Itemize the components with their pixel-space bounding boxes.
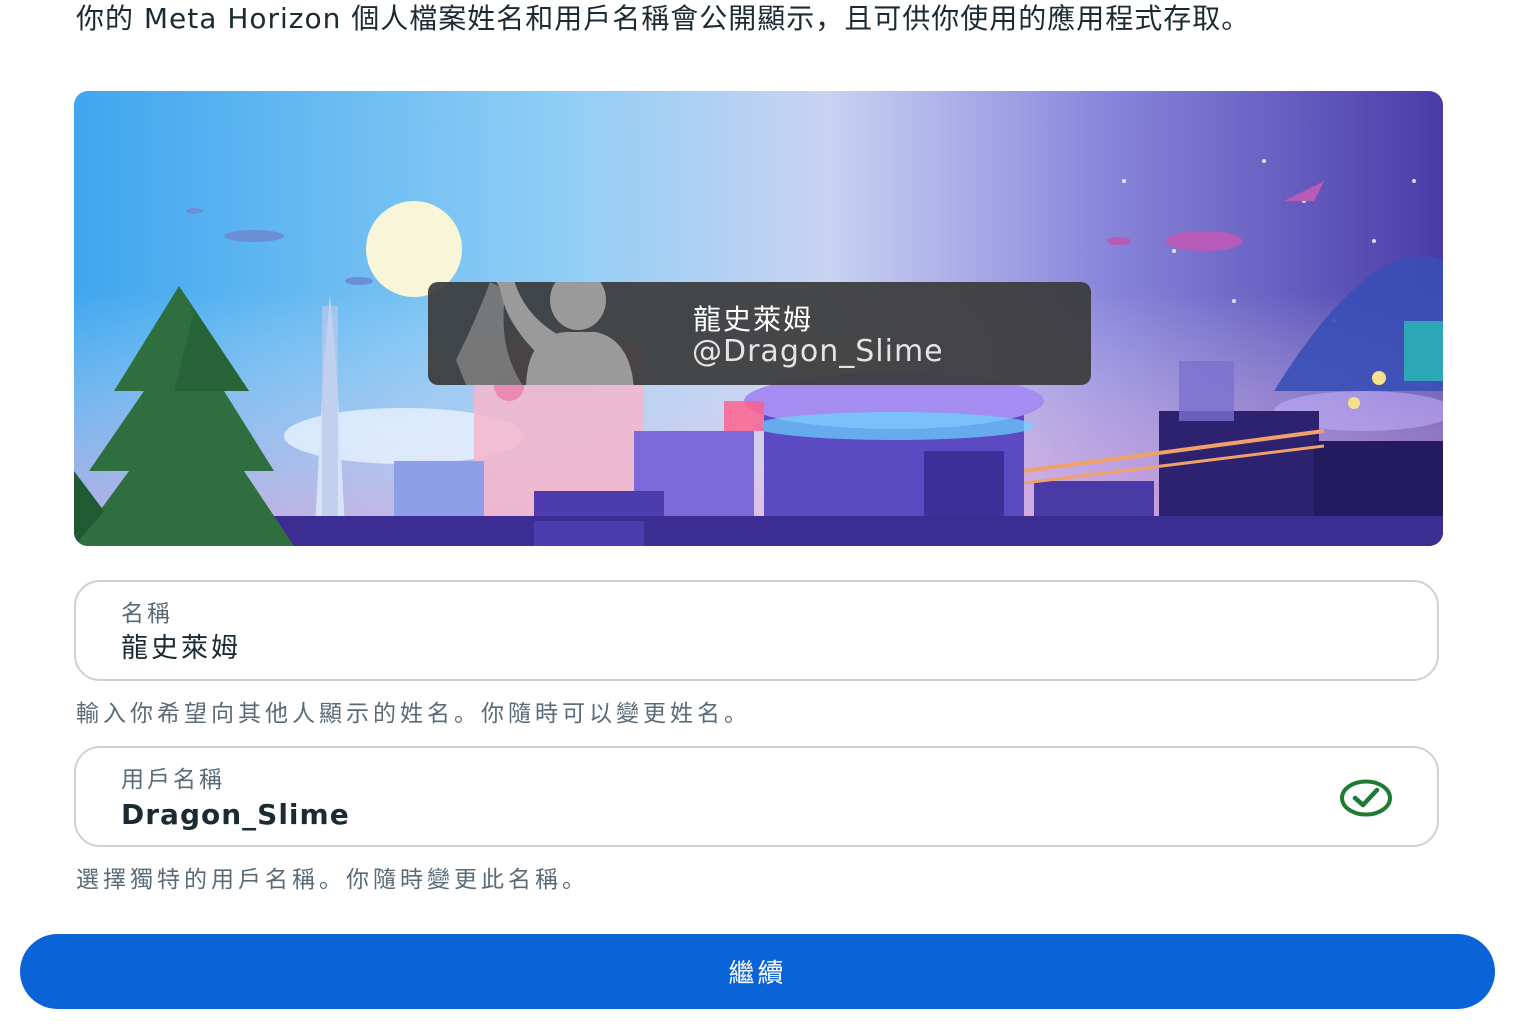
continue-button[interactable]: 繼續 bbox=[20, 934, 1495, 1009]
username-input[interactable] bbox=[121, 798, 1301, 831]
name-helper-text: 輸入你希望向其他人顯示的姓名。你隨時可以變更姓名。 bbox=[76, 701, 751, 727]
profile-setup-page: 你的 Meta Horizon 個人檔案姓名和用戶名稱會公開顯示，且可供你使用的… bbox=[0, 0, 1536, 1024]
preview-display-name: 龍史萊姆 bbox=[693, 303, 814, 336]
name-field[interactable]: 名稱 bbox=[74, 580, 1439, 681]
horizon-banner: 龍史萊姆 @Dragon_Slime bbox=[74, 91, 1443, 546]
avatar-silhouette-icon bbox=[456, 282, 634, 385]
name-field-label: 名稱 bbox=[121, 601, 173, 627]
name-input[interactable] bbox=[121, 630, 1301, 661]
preview-handle: @Dragon_Slime bbox=[692, 334, 944, 369]
profile-preview-card: 龍史萊姆 @Dragon_Slime bbox=[428, 282, 1091, 385]
intro-text: 你的 Meta Horizon 個人檔案姓名和用戶名稱會公開顯示，且可供你使用的… bbox=[76, 2, 1251, 35]
username-helper-text: 選擇獨特的用戶名稱。你隨時變更此名稱。 bbox=[76, 867, 589, 893]
username-field-label: 用戶名稱 bbox=[121, 767, 225, 793]
check-circle-icon bbox=[1340, 779, 1392, 817]
username-field[interactable]: 用戶名稱 bbox=[74, 746, 1439, 847]
